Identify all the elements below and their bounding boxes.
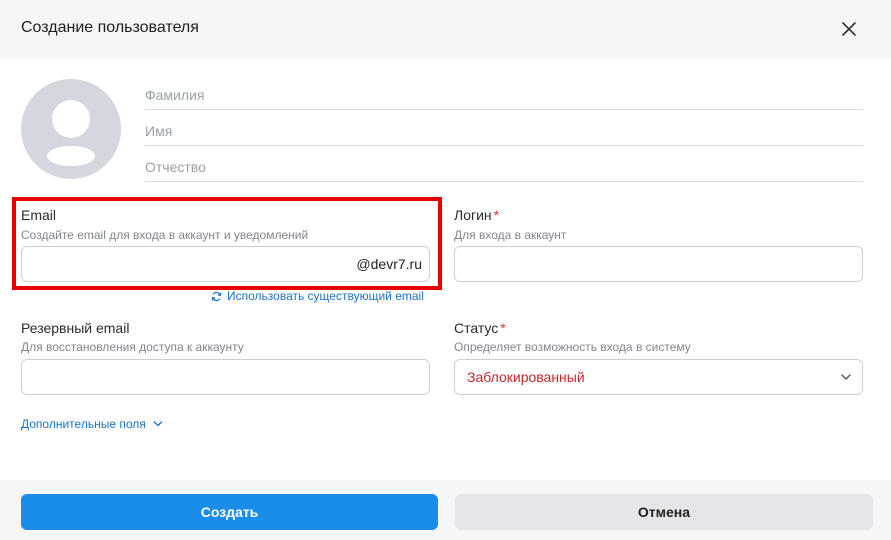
close-icon (842, 22, 856, 36)
login-label-text: Логин (454, 207, 492, 223)
backup-email-field[interactable] (21, 359, 430, 395)
close-button[interactable] (838, 18, 860, 40)
avatar[interactable] (21, 79, 121, 179)
email-highlight-box (12, 197, 442, 290)
status-hint: Определяет возможность входа в систему (454, 340, 691, 354)
dialog-title: Создание пользователя (21, 19, 199, 36)
login-label: Логин * (454, 207, 499, 223)
login-input[interactable] (455, 247, 862, 281)
user-placeholder-icon (47, 100, 95, 166)
last-name-input[interactable] (145, 74, 863, 109)
middle-name-input[interactable] (145, 146, 863, 181)
create-button[interactable]: Создать (21, 494, 438, 530)
extra-fields-label: Дополнительные поля (21, 417, 146, 431)
middle-name-field[interactable] (145, 146, 863, 182)
backup-email-hint: Для восстановления доступа к аккаунту (21, 340, 244, 354)
cancel-button[interactable]: Отмена (455, 494, 873, 530)
last-name-field[interactable] (145, 74, 863, 110)
status-label-text: Статус (454, 320, 499, 336)
chevron-down-icon (841, 374, 851, 380)
dialog-header: Создание пользователя (0, 0, 891, 59)
extra-fields-toggle[interactable]: Дополнительные поля (21, 417, 163, 431)
use-existing-email-link[interactable]: Использовать существующий email (211, 289, 424, 303)
chevron-down-icon (153, 421, 162, 427)
backup-email-label: Резервный email (21, 320, 130, 336)
status-required-mark: * (500, 320, 506, 336)
first-name-input[interactable] (145, 110, 863, 145)
dialog-footer: Создать Отмена (0, 480, 891, 540)
login-field[interactable] (454, 246, 863, 282)
first-name-field[interactable] (145, 110, 863, 146)
backup-email-input[interactable] (22, 360, 429, 394)
login-hint: Для входа в аккаунт (454, 228, 567, 242)
status-selected-value: Заблокированный (467, 369, 585, 385)
status-select[interactable]: Заблокированный (454, 359, 863, 395)
login-required-mark: * (493, 207, 500, 223)
use-existing-email-label: Использовать существующий email (227, 289, 424, 303)
refresh-icon (211, 291, 222, 301)
status-label: Статус * (454, 320, 506, 336)
